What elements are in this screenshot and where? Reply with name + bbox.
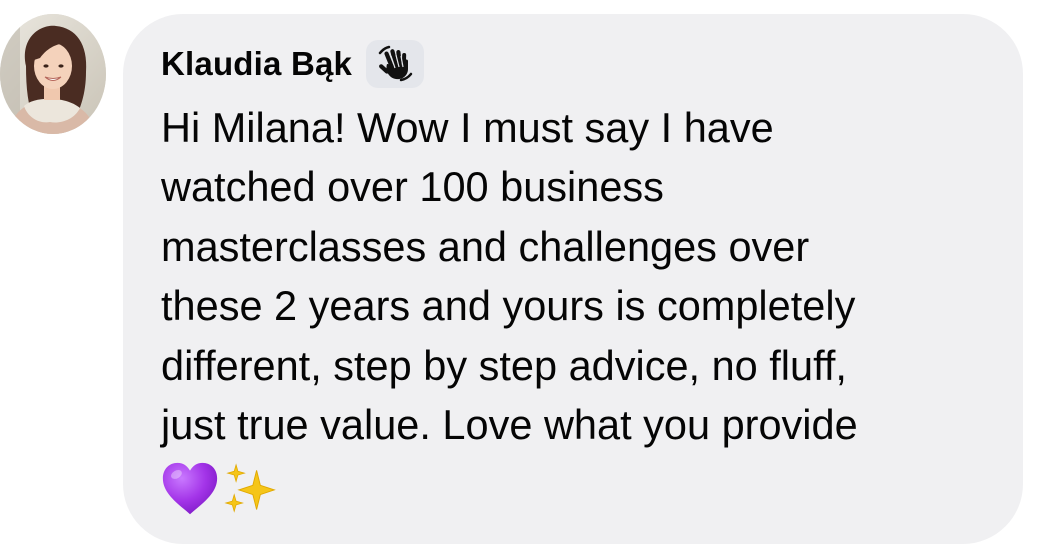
- profile-photo: [0, 14, 106, 134]
- emoji-row: [159, 458, 279, 520]
- comment-line: different, step by step advice, no fluff…: [161, 341, 847, 389]
- avatar[interactable]: [0, 14, 106, 134]
- badge[interactable]: [366, 40, 425, 88]
- comment-line: these 2 years and yours is completely: [161, 282, 856, 330]
- comment-header: Klaudia Bąk: [161, 38, 425, 90]
- waving-hand-icon: [378, 45, 413, 82]
- comment-line: watched over 100 business: [161, 163, 664, 211]
- comment-line: masterclasses and challenges over: [161, 222, 810, 270]
- sparkles-icon: [224, 463, 276, 513]
- comment-line: Hi Milana! Wow I must say I have: [161, 104, 774, 151]
- purple-heart-icon: [162, 462, 218, 515]
- comment-bubble: Klaudia Bąk Hi Milana! Wow I must say I: [123, 14, 1023, 544]
- author-name[interactable]: Klaudia Bąk: [161, 45, 352, 83]
- comment-text: Hi Milana! Wow I must say I have watched…: [161, 98, 1001, 454]
- comment-line: just true value. Love what you provide: [161, 401, 858, 449]
